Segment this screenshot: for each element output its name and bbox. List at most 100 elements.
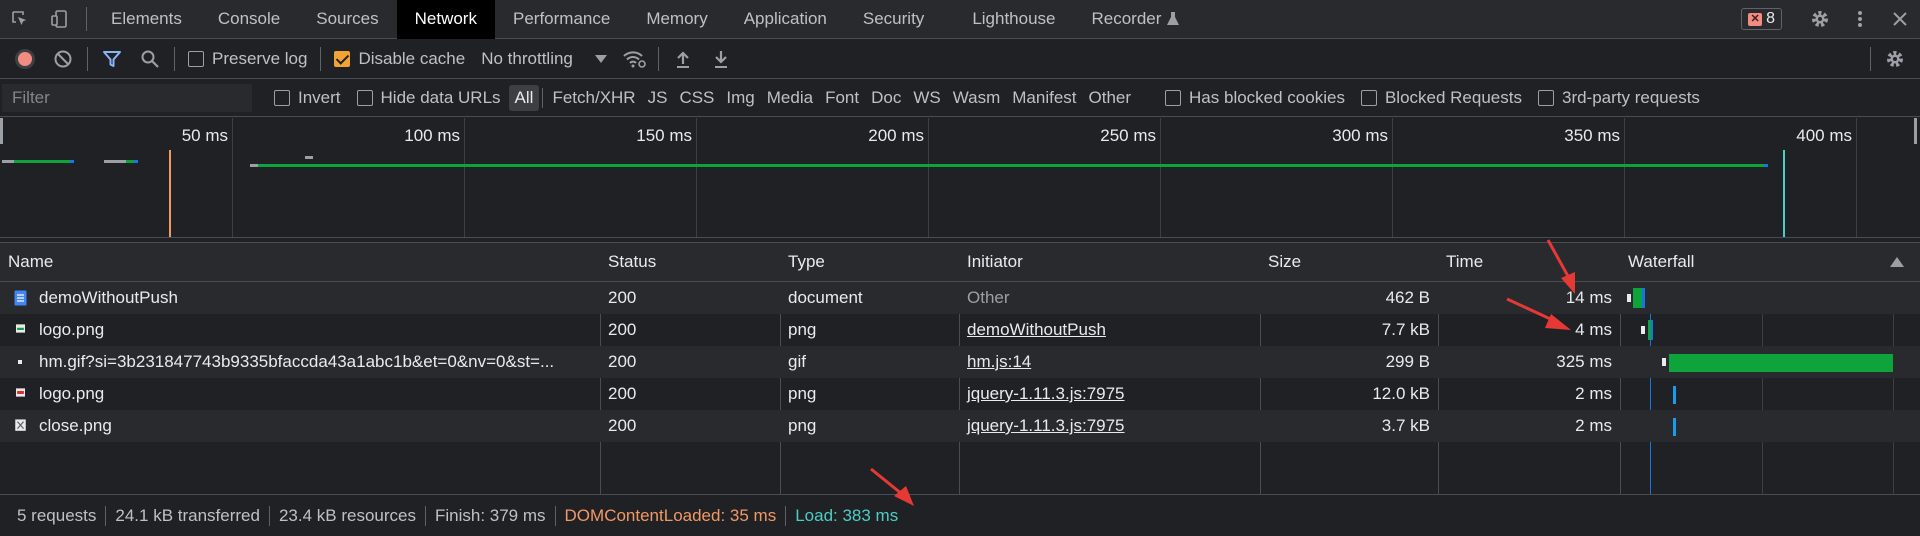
- table-row[interactable]: logo.png 200 png jquery-1.11.3.js:7975 1…: [0, 378, 1920, 410]
- status-transferred: 24.1 kB transferred: [115, 505, 260, 525]
- tab-console[interactable]: Console: [200, 0, 298, 39]
- hide-data-urls-box[interactable]: [356, 90, 373, 106]
- third-party-checkbox[interactable]: 3rd-party requests: [1530, 88, 1708, 108]
- request-initiator-link[interactable]: hm.js:14: [959, 346, 1260, 378]
- network-overview-timeline[interactable]: 50 ms 100 ms 150 ms 200 ms 250 ms 300 ms…: [0, 118, 1920, 238]
- inspect-element-icon[interactable]: [0, 0, 40, 39]
- request-initiator-link[interactable]: jquery-1.11.3.js:7975: [959, 378, 1260, 410]
- column-header-type[interactable]: Type: [780, 243, 959, 281]
- status-finish: Finish: 379 ms: [434, 505, 546, 525]
- third-party-label: 3rd-party requests: [1561, 88, 1700, 107]
- close-image-icon: [15, 419, 26, 431]
- request-type: document: [788, 288, 863, 307]
- throttling-select[interactable]: No throttling: [473, 49, 615, 69]
- overview-tick-200: 200 ms: [868, 126, 924, 145]
- invert-checkbox[interactable]: Invert: [266, 88, 349, 108]
- overview-gridline: [232, 118, 233, 237]
- column-header-waterfall[interactable]: Waterfall: [1620, 243, 1880, 281]
- network-settings-gear-icon[interactable]: [1876, 40, 1914, 78]
- request-initiator: Other: [967, 288, 1010, 307]
- sort-ascending-icon[interactable]: [1890, 257, 1904, 267]
- disable-cache-checkbox[interactable]: Disable cache: [326, 49, 473, 69]
- flask-icon: [1167, 12, 1180, 25]
- overview-tick-300: 300 ms: [1332, 126, 1388, 145]
- filter-type-wasm[interactable]: Wasm: [947, 85, 1007, 111]
- filter-type-media[interactable]: Media: [761, 85, 819, 111]
- has-blocked-cookies-checkbox[interactable]: Has blocked cookies: [1157, 88, 1353, 108]
- overview-right-handle[interactable]: [1914, 118, 1917, 144]
- request-initiator-link[interactable]: jquery-1.11.3.js:7975: [959, 410, 1260, 442]
- filter-type-other[interactable]: Other: [1083, 85, 1138, 111]
- table-row[interactable]: logo.png 200 png demoWithoutPush 7.7 kB …: [0, 314, 1920, 346]
- preserve-log-label: Preserve log: [212, 49, 308, 68]
- status-request-count: 5 requests: [17, 505, 97, 525]
- filter-separator: [542, 88, 544, 108]
- column-header-size[interactable]: Size: [1260, 243, 1438, 281]
- disable-cache-label: Disable cache: [358, 49, 466, 68]
- hide-data-urls-checkbox[interactable]: Hide data URLs: [349, 88, 509, 108]
- overview-bar-img: [104, 160, 126, 163]
- filter-type-ws[interactable]: WS: [907, 85, 946, 111]
- record-button[interactable]: [6, 40, 44, 78]
- import-har-icon[interactable]: [664, 40, 702, 78]
- blocked-requests-checkbox[interactable]: Blocked Requests: [1353, 88, 1530, 108]
- tab-security[interactable]: Security: [845, 0, 954, 39]
- tab-lighthouse[interactable]: Lighthouse: [954, 0, 1073, 39]
- column-header-status[interactable]: Status: [600, 243, 780, 281]
- close-devtools-icon[interactable]: [1880, 0, 1920, 39]
- tab-performance[interactable]: Performance: [495, 0, 628, 39]
- tab-sources[interactable]: Sources: [298, 0, 396, 39]
- blocked-requests-box[interactable]: [1360, 90, 1377, 106]
- network-conditions-icon[interactable]: [615, 40, 653, 78]
- table-row[interactable]: close.png 200 png jquery-1.11.3.js:7975 …: [0, 410, 1920, 442]
- preserve-log-box[interactable]: [188, 51, 204, 67]
- filter-type-fetch-xhr[interactable]: Fetch/XHR: [546, 85, 641, 111]
- overview-load-line: [1783, 150, 1785, 237]
- tab-application[interactable]: Application: [726, 0, 845, 39]
- has-blocked-cookies-box[interactable]: [1165, 90, 1182, 106]
- filter-type-doc[interactable]: Doc: [865, 85, 907, 111]
- more-options-icon[interactable]: [1840, 0, 1880, 39]
- column-header-time[interactable]: Time: [1438, 243, 1620, 281]
- disable-cache-box[interactable]: [334, 51, 351, 67]
- preserve-log-checkbox[interactable]: Preserve log: [180, 49, 315, 69]
- tab-recorder[interactable]: Recorder: [1074, 0, 1198, 39]
- chevron-down-icon: [594, 55, 607, 63]
- tab-memory[interactable]: Memory: [628, 0, 725, 39]
- tab-elements[interactable]: Elements: [93, 0, 200, 39]
- third-party-box[interactable]: [1537, 90, 1554, 106]
- device-toolbar-icon[interactable]: [40, 0, 80, 39]
- filter-type-img[interactable]: Img: [720, 85, 760, 111]
- request-type: png: [788, 320, 817, 339]
- request-size: 462 B: [1385, 288, 1430, 307]
- clear-icon[interactable]: [44, 40, 82, 78]
- export-har-icon[interactable]: [702, 40, 740, 78]
- table-row[interactable]: hm.gif?si=3b231847743b9335bfaccda43a1abc…: [0, 346, 1920, 378]
- gif-icon: [18, 360, 22, 364]
- overview-tick-350: 350 ms: [1564, 126, 1620, 145]
- overview-dcl-line: [169, 150, 171, 237]
- request-time: 2 ms: [1575, 416, 1612, 435]
- filter-type-font[interactable]: Font: [819, 85, 865, 111]
- request-name: logo.png: [39, 384, 105, 403]
- status-domcontentloaded: DOMContentLoaded: 35 ms: [564, 505, 777, 525]
- filter-icon[interactable]: [93, 40, 131, 78]
- request-initiator-link[interactable]: demoWithoutPush: [959, 314, 1260, 346]
- filter-type-css[interactable]: CSS: [673, 85, 720, 111]
- filter-input[interactable]: [2, 84, 252, 112]
- tab-network[interactable]: Network: [396, 0, 495, 39]
- error-count-badge[interactable]: ✕ 8: [1741, 8, 1782, 30]
- request-size: 7.7 kB: [1381, 320, 1430, 339]
- overview-left-handle[interactable]: [0, 118, 3, 144]
- request-status: 200: [608, 288, 637, 307]
- search-icon[interactable]: [131, 40, 169, 78]
- filter-type-all[interactable]: All: [508, 85, 540, 111]
- settings-gear-icon[interactable]: [1800, 0, 1840, 39]
- request-size: 3.7 kB: [1381, 416, 1430, 435]
- column-header-name[interactable]: Name: [0, 243, 600, 281]
- table-row[interactable]: demoWithoutPush 200 document Other 462 B…: [0, 282, 1920, 314]
- invert-box[interactable]: [274, 90, 290, 106]
- column-header-initiator[interactable]: Initiator: [959, 243, 1260, 281]
- filter-type-manifest[interactable]: Manifest: [1006, 85, 1082, 111]
- filter-type-js[interactable]: JS: [642, 85, 674, 111]
